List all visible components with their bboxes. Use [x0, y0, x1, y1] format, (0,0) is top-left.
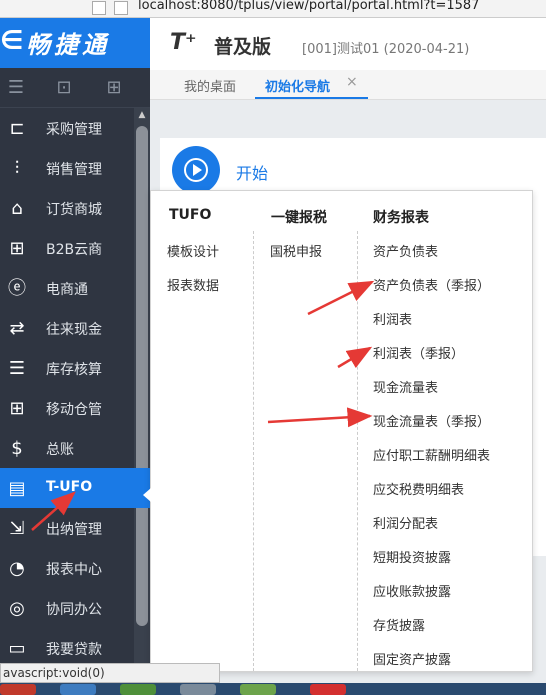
- ledger-icon: $: [11, 438, 23, 459]
- status-bar: avascript:void(0): [0, 663, 220, 683]
- taskbar-app-icon[interactable]: [240, 684, 276, 695]
- menu-item[interactable]: 利润表: [373, 309, 412, 328]
- pie-chart-icon: ◔: [9, 558, 25, 579]
- sidebar-item[interactable]: ⓔ 电商通: [0, 268, 134, 308]
- menu-item[interactable]: 应付职工薪酬明细表: [373, 445, 490, 464]
- grid-icon: ⊞: [9, 238, 25, 259]
- sidebar-item-label: 我要贷款: [46, 642, 102, 658]
- menu-column-heading: TUFO: [169, 207, 212, 223]
- product-edition: 普及版: [214, 36, 272, 58]
- sidebar: ☰ ⊡ ⊞ ▲ ⊏ 采购管理 ⫶ 销售管理 ⌂ 订货商城 ⊞ B2B云商 ⓔ 电商通 ⇄ 往来现金 ☰ 库…: [0, 68, 150, 663]
- sidebar-item-label: T-UFO: [46, 479, 93, 495]
- sidebar-item[interactable]: ⊞ 移动仓管: [0, 388, 134, 428]
- add-doc-icon[interactable]: ⊞: [104, 78, 124, 98]
- app-header: T⁺ 普及版 [001]测试01 (2020-04-21): [150, 18, 546, 70]
- menu-item[interactable]: 应收账款披露: [373, 581, 451, 600]
- close-tab-icon[interactable]: ×: [346, 74, 358, 90]
- taskbar-app-icon[interactable]: [0, 684, 36, 695]
- search-doc-icon[interactable]: ⊡: [54, 78, 74, 98]
- loan-icon: ▭: [8, 638, 26, 659]
- taskbar-app-icon[interactable]: [180, 684, 216, 695]
- browser-url-bar[interactable]: localhost:8080/tplus/view/portal/portal.…: [0, 0, 546, 18]
- menu-item[interactable]: 模板设计: [167, 241, 219, 260]
- start-label[interactable]: 开始: [236, 160, 268, 184]
- menu-toggle-icon[interactable]: ∈: [0, 26, 23, 56]
- sidebar-item[interactable]: ⌂ 订货商城: [0, 188, 134, 228]
- url-text[interactable]: localhost:8080/tplus/view/portal/portal.…: [138, 0, 479, 13]
- mobile-grid-icon: ⊞: [9, 398, 25, 419]
- sidebar-item-label: 协同办公: [46, 602, 102, 618]
- taskbar-app-icon[interactable]: [60, 684, 96, 695]
- sidebar-item-label: 报表中心: [46, 562, 102, 578]
- sidebar-item[interactable]: ◎ 协同办公: [0, 588, 134, 628]
- sidebar-item[interactable]: $ 总账: [0, 428, 134, 468]
- content-panel-edge: [533, 196, 546, 556]
- menu-item[interactable]: 利润表（季报）: [373, 343, 464, 362]
- start-button[interactable]: [172, 146, 220, 194]
- menu-column-heading: 财务报表: [373, 210, 429, 226]
- menu-item[interactable]: 资产负债表: [373, 241, 438, 260]
- page-icon: [114, 1, 128, 15]
- sidebar-item[interactable]: ☰ 库存核算: [0, 348, 134, 388]
- cart-icon: ⊏: [9, 118, 25, 139]
- sidebar-scroll-thumb[interactable]: [136, 126, 148, 626]
- tab-init-guide[interactable]: 初始化导航: [265, 76, 330, 95]
- sidebar-item-label: 总账: [46, 442, 74, 458]
- collab-icon: ◎: [9, 598, 25, 619]
- warehouse-icon: ☰: [8, 358, 26, 379]
- sidebar-item-label: 库存核算: [46, 362, 102, 378]
- sidebar-item-label: 出纳管理: [46, 522, 102, 538]
- menu-item[interactable]: 现金流量表（季报）: [373, 411, 490, 430]
- sidebar-item-label: 往来现金: [46, 322, 102, 338]
- logo-text: 畅捷通: [26, 31, 110, 59]
- e-commerce-icon: ⓔ: [8, 278, 26, 299]
- play-icon: [184, 158, 208, 182]
- sidebar-item[interactable]: ▭ 我要贷款: [0, 628, 134, 668]
- sidebar-item[interactable]: ⫶ 销售管理: [0, 148, 134, 188]
- taskbar-app-icon[interactable]: [120, 684, 156, 695]
- sidebar-item-label: 移动仓管: [46, 402, 102, 418]
- sidebar-item[interactable]: ⇲ 出纳管理: [0, 508, 134, 548]
- list-icon[interactable]: ☰: [6, 78, 26, 98]
- cashier-icon: ⇲: [9, 518, 25, 539]
- tufo-popup-menu: TUFO 模板设计报表数据 一键报税国税申报 财务报表资产负债表资产负债表（季报） 利润…: [150, 190, 533, 672]
- column-divider: [253, 231, 254, 671]
- sidebar-item[interactable]: ⊏ 采购管理: [0, 108, 134, 148]
- menu-item[interactable]: 现金流量表: [373, 377, 438, 396]
- ufo-icon: ▤: [8, 478, 26, 499]
- menu-item[interactable]: 报表数据: [167, 275, 219, 294]
- tab-my-desktop[interactable]: 我的桌面: [184, 76, 236, 95]
- sidebar-item-label: 采购管理: [46, 122, 102, 138]
- scroll-up-icon[interactable]: ▲: [134, 108, 150, 122]
- taskbar-app-icon[interactable]: [310, 684, 346, 695]
- exchange-icon: ⇄: [9, 318, 25, 339]
- menu-item[interactable]: 存货披露: [373, 615, 425, 634]
- sidebar-item-label: 电商通: [46, 282, 88, 298]
- column-divider: [357, 231, 358, 671]
- sidebar-item[interactable]: ▤ T-UFO: [0, 468, 150, 508]
- sidebar-item-label: 销售管理: [46, 162, 102, 178]
- sidebar-item[interactable]: ⇄ 往来现金: [0, 308, 134, 348]
- account-info[interactable]: [001]测试01 (2020-04-21): [302, 38, 469, 57]
- taskbar: [0, 683, 546, 695]
- menu-item[interactable]: 利润分配表: [373, 513, 438, 532]
- menu-item[interactable]: 应交税费明细表: [373, 479, 464, 498]
- active-tab-indicator: [255, 97, 368, 99]
- sidebar-tools: ☰ ⊡ ⊞: [0, 68, 150, 108]
- menu-column-heading: 一键报税: [271, 210, 327, 226]
- menu-item[interactable]: 短期投资披露: [373, 547, 451, 566]
- sidebar-item-label: B2B云商: [46, 242, 103, 258]
- product-logo: T⁺: [170, 30, 197, 55]
- sidebar-item[interactable]: ⊞ B2B云商: [0, 228, 134, 268]
- store-icon: ⌂: [11, 198, 23, 219]
- menu-item[interactable]: 国税申报: [270, 241, 322, 260]
- refresh-icon[interactable]: [92, 1, 106, 15]
- popup-pointer: [143, 488, 151, 502]
- app-logo: ∈ 畅捷通: [0, 18, 150, 68]
- menu-item[interactable]: 资产负债表（季报）: [373, 275, 490, 294]
- chart-up-icon: ⫶: [14, 158, 20, 179]
- sidebar-item[interactable]: ◔ 报表中心: [0, 548, 134, 588]
- menu-item[interactable]: 固定资产披露: [373, 649, 451, 668]
- sidebar-item-label: 订货商城: [46, 202, 102, 218]
